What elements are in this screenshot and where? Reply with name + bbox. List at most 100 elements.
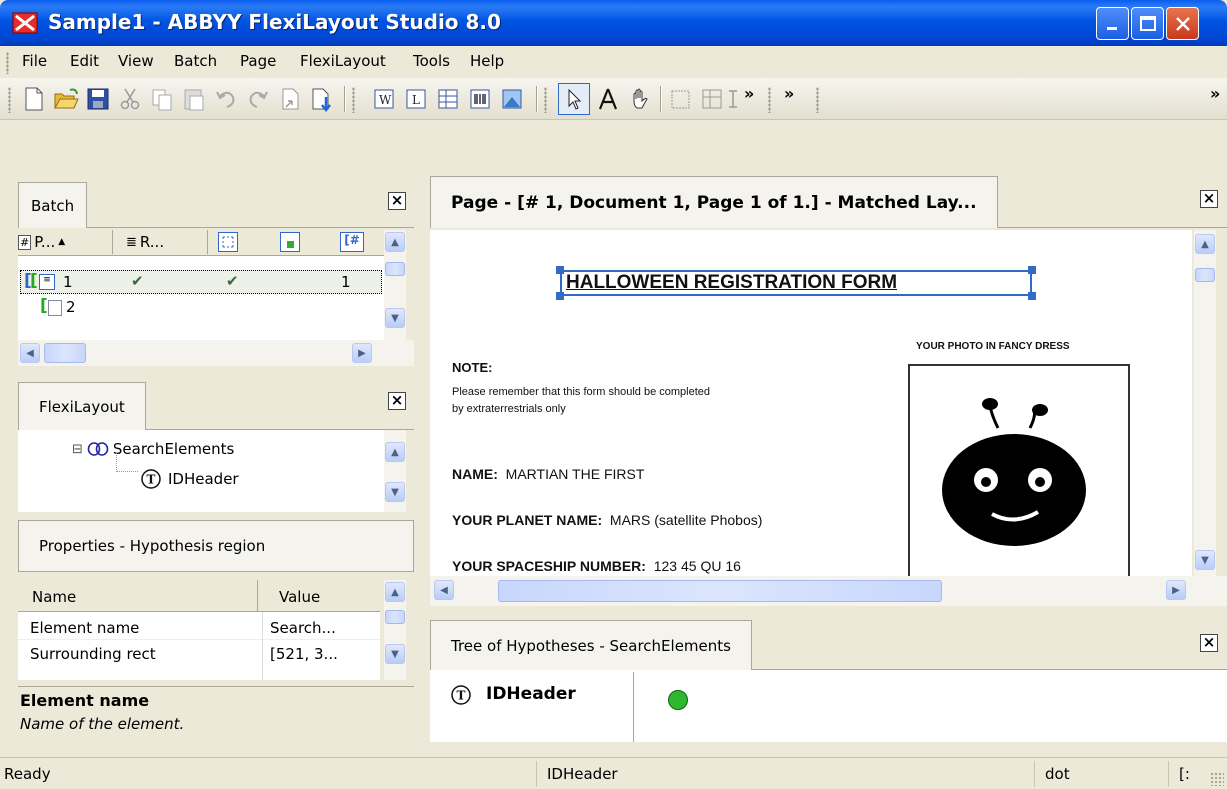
menu-file[interactable]: File bbox=[22, 52, 47, 70]
text-cursor-icon[interactable] bbox=[726, 85, 740, 113]
table-row[interactable]: [ 2 bbox=[20, 296, 382, 320]
name-value: MARTIAN THE FIRST bbox=[505, 466, 645, 482]
scroll-down-button[interactable]: ▼ bbox=[1195, 550, 1215, 570]
scroll-down-button[interactable]: ▼ bbox=[385, 644, 405, 664]
resize-grip-icon[interactable] bbox=[1210, 772, 1224, 786]
scroll-right-button[interactable]: ▶ bbox=[352, 343, 372, 363]
undo-icon[interactable] bbox=[212, 85, 240, 113]
tab-flexilayout[interactable]: FlexiLayout bbox=[18, 382, 146, 430]
redo-icon[interactable] bbox=[244, 85, 272, 113]
scroll-thumb[interactable] bbox=[385, 262, 405, 276]
draw-table-icon[interactable] bbox=[698, 85, 726, 113]
barcode-block-icon[interactable] bbox=[466, 85, 494, 113]
copy-icon[interactable] bbox=[148, 85, 176, 113]
toolbar-overflow-button[interactable]: » bbox=[744, 84, 754, 103]
tree-toggle-icon[interactable]: ⊟ bbox=[72, 442, 83, 457]
scroll-down-button[interactable]: ▼ bbox=[385, 482, 405, 502]
table-row[interactable]: [ [ ≡ 1 ✔ ✔ 1 bbox=[20, 270, 382, 294]
hypothesis-status-dot[interactable] bbox=[668, 690, 688, 710]
tree-node-search-elements[interactable]: ⊟ SearchElements bbox=[72, 440, 234, 458]
toolbar-overflow-button[interactable]: » bbox=[1210, 84, 1220, 103]
scroll-up-button[interactable]: ▲ bbox=[385, 442, 405, 462]
column-header-matched-icon[interactable] bbox=[280, 232, 300, 252]
open-icon[interactable] bbox=[52, 85, 80, 113]
menu-batch[interactable]: Batch bbox=[174, 52, 217, 70]
table-row[interactable]: Surrounding rect [521, 3... bbox=[18, 642, 380, 666]
word-block-icon[interactable]: W bbox=[370, 85, 398, 113]
scroll-up-button[interactable]: ▲ bbox=[385, 582, 405, 602]
toolbar-grip[interactable] bbox=[816, 87, 819, 113]
close-button[interactable] bbox=[1166, 7, 1199, 40]
column-header-recognition[interactable]: ≣ R... bbox=[114, 230, 208, 254]
menu-help[interactable]: Help bbox=[470, 52, 504, 70]
hypotheses-close-button[interactable]: × bbox=[1200, 634, 1218, 652]
menu-flexilayout[interactable]: FlexiLayout bbox=[300, 52, 386, 70]
minimize-button[interactable] bbox=[1096, 7, 1129, 40]
toolbar-grip[interactable] bbox=[8, 87, 11, 113]
menu-view[interactable]: View bbox=[118, 52, 154, 70]
import-page-icon[interactable] bbox=[276, 85, 304, 113]
toolbar-grip[interactable] bbox=[768, 87, 771, 113]
select-tool-button[interactable] bbox=[558, 83, 590, 115]
line-block-icon[interactable]: L bbox=[402, 85, 430, 113]
scroll-thumb[interactable] bbox=[44, 343, 86, 363]
column-header-name[interactable]: Name bbox=[18, 580, 258, 612]
hypothesis-node[interactable]: T IDHeader bbox=[432, 672, 634, 742]
save-icon[interactable] bbox=[84, 85, 112, 113]
page-vertical-scrollbar[interactable]: ▲ ▼ bbox=[1194, 230, 1216, 576]
column-header-layout-icon[interactable] bbox=[218, 232, 238, 252]
toolbar-overflow-button[interactable]: » bbox=[784, 84, 794, 103]
export-page-icon[interactable] bbox=[308, 85, 336, 113]
page-bracket-icon: [ bbox=[40, 296, 48, 316]
page-horizontal-scrollbar[interactable]: ◀ ▶ bbox=[430, 576, 1227, 606]
menu-tools[interactable]: Tools bbox=[413, 52, 450, 70]
tree-node-idheader[interactable]: T IDHeader bbox=[140, 468, 239, 490]
column-header-value[interactable]: Value bbox=[259, 580, 379, 612]
scroll-up-button[interactable]: ▲ bbox=[1195, 234, 1215, 254]
picture-block-icon[interactable] bbox=[498, 85, 526, 113]
resize-handle[interactable] bbox=[556, 266, 564, 274]
menu-page[interactable]: Page bbox=[240, 52, 276, 70]
column-header-count-icon[interactable]: [# bbox=[340, 232, 364, 252]
new-icon[interactable] bbox=[20, 85, 48, 113]
toolbar-grip[interactable] bbox=[352, 87, 355, 113]
maximize-button[interactable] bbox=[1131, 7, 1164, 40]
table-block-icon[interactable] bbox=[434, 85, 462, 113]
toolbar-grip[interactable] bbox=[544, 87, 547, 113]
scroll-thumb[interactable] bbox=[385, 610, 405, 624]
batch-close-button[interactable]: × bbox=[388, 192, 406, 210]
resize-handle[interactable] bbox=[1028, 292, 1036, 300]
batch-horizontal-scrollbar[interactable]: ◀ ▶ bbox=[18, 340, 414, 366]
flexilayout-close-button[interactable]: × bbox=[388, 392, 406, 410]
batch-vertical-scrollbar[interactable]: ▲ ▼ bbox=[384, 230, 406, 340]
menu-grip[interactable] bbox=[6, 52, 9, 74]
paste-icon[interactable] bbox=[180, 85, 208, 113]
resize-handle[interactable] bbox=[1028, 266, 1036, 274]
measure-tool-icon[interactable] bbox=[594, 85, 622, 113]
hypothesis-label: IDHeader bbox=[486, 684, 576, 704]
properties-grid: Element name Search... Surrounding rect … bbox=[18, 612, 380, 680]
scroll-right-button[interactable]: ▶ bbox=[1166, 580, 1186, 600]
scroll-up-button[interactable]: ▲ bbox=[385, 232, 405, 252]
tab-batch[interactable]: Batch bbox=[18, 182, 88, 228]
scroll-left-button[interactable]: ◀ bbox=[434, 580, 454, 600]
scroll-left-button[interactable]: ◀ bbox=[20, 343, 40, 363]
tab-page[interactable]: Page - [# 1, Document 1, Page 1 of 1.] -… bbox=[430, 176, 998, 228]
table-row[interactable]: Element name Search... bbox=[18, 616, 380, 640]
properties-vertical-scrollbar[interactable]: ▲ ▼ bbox=[384, 580, 406, 680]
page-close-button[interactable]: × bbox=[1200, 190, 1218, 208]
title-bar[interactable]: Sample1 - ABBYY FlexiLayout Studio 8.0 bbox=[0, 0, 1227, 46]
hand-tool-icon[interactable] bbox=[626, 85, 654, 113]
flexilayout-vertical-scrollbar[interactable]: ▲ ▼ bbox=[384, 430, 406, 512]
scroll-thumb[interactable] bbox=[1195, 268, 1215, 282]
menu-edit[interactable]: Edit bbox=[70, 52, 99, 70]
page-view[interactable]: HALLOWEEN REGISTRATION FORM NOTE: Please… bbox=[430, 230, 1192, 576]
draw-region-icon[interactable] bbox=[666, 85, 694, 113]
scroll-down-button[interactable]: ▼ bbox=[385, 308, 405, 328]
vertical-splitter[interactable] bbox=[418, 172, 426, 752]
resize-handle[interactable] bbox=[556, 292, 564, 300]
column-header-page[interactable]: # P... ▲ bbox=[18, 230, 113, 254]
scroll-thumb[interactable] bbox=[498, 580, 942, 602]
cut-icon[interactable] bbox=[116, 85, 144, 113]
tab-tree-of-hypotheses[interactable]: Tree of Hypotheses - SearchElements bbox=[430, 620, 752, 670]
